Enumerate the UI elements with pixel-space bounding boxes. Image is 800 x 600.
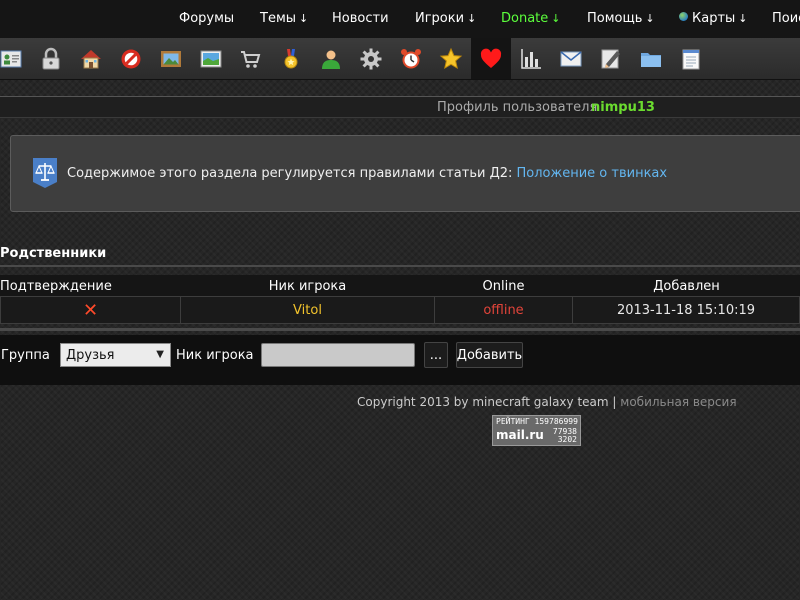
counter-label: РЕЙТИНГ 159786999 [496,417,578,426]
nav-search[interactable]: Поиск [772,11,800,26]
counter-value: 3202 [557,435,577,444]
column-header: Добавлен [653,279,720,294]
footer: Copyright 2013 by minecraft galaxy team … [357,395,737,409]
globe-icon [679,12,688,21]
profile-header: Профиль пользователя nimpu13 [0,96,800,118]
nav-forums[interactable]: Форумы [179,11,234,26]
group-select[interactable]: Друзья ▼ [60,343,171,367]
player-nick-link[interactable]: Vitol [293,303,322,318]
group-label: Группа [1,348,50,363]
nav-maps[interactable]: Карты ↓ [679,11,748,26]
landscape-image-icon[interactable] [191,38,231,79]
home-icon[interactable] [71,38,111,79]
column-header: Подтверждение [0,279,112,294]
nav-news[interactable]: Новости [332,11,389,26]
alarm-clock-icon[interactable] [391,38,431,79]
added-date: 2013-11-18 15:10:19 [616,302,756,318]
add-relative-form: Группа Друзья ▼ Ник игрока ... Добавить [0,335,800,385]
arrow-down-icon: ↓ [299,12,309,25]
add-button[interactable]: Добавить [456,342,523,368]
icon-toolbar [0,38,800,80]
nav-donate[interactable]: Donate ↓ [501,11,560,26]
profile-title: Профиль пользователя [437,100,598,115]
dropdown-arrow-icon: ▼ [156,349,164,360]
footer-separator: | [612,395,617,409]
nav-players[interactable]: Игроки ↓ [415,11,476,26]
online-cell: offline [434,296,573,324]
profile-username[interactable]: nimpu13 [591,100,655,115]
arrow-down-icon: ↓ [551,12,561,25]
relatives-table-header: Подтверждение Ник игрока Online Добавлен [0,275,800,296]
arrow-down-icon: ↓ [467,12,477,25]
envelope-icon[interactable] [551,38,591,79]
edit-icon[interactable] [591,38,631,79]
picture-frame-icon[interactable] [151,38,191,79]
folder-icon[interactable] [631,38,671,79]
counter-brand: mail.ru [496,428,544,442]
remove-icon[interactable]: ✕ [83,300,98,321]
column-header: Ник игрока [268,279,347,294]
gear-icon[interactable] [351,38,391,79]
arrow-down-icon: ↓ [738,12,748,25]
star-icon[interactable] [431,38,471,79]
no-entry-icon[interactable] [111,38,151,79]
heart-icon[interactable] [471,38,511,79]
top-nav: Форумы Темы ↓ Новости Игроки ↓ Donate ↓ Пом… [0,0,800,38]
scales-icon [33,158,57,188]
section-title: Родственники [0,246,107,261]
bar-chart-icon[interactable] [511,38,551,79]
notepad-icon[interactable] [671,38,711,79]
user-icon[interactable] [311,38,351,79]
added-cell: 2013-11-18 15:10:19 [572,296,800,324]
medal-icon[interactable] [271,38,311,79]
notice-link[interactable]: Положение о твинках [517,166,668,181]
online-status: offline [483,302,524,318]
group-select-value: Друзья [66,348,115,363]
divider [0,265,800,267]
shopping-cart-icon[interactable] [231,38,271,79]
nick-label: Ник игрока [176,348,254,363]
rules-notice: Содержимое этого раздела регулируется пр… [10,135,800,212]
nick-cell: Vitol [180,296,435,324]
notice-text: Содержимое этого раздела регулируется пр… [67,166,668,181]
mobile-version-link[interactable]: мобильная версия [620,395,736,409]
divider [0,328,800,331]
copyright-text: Copyright 2013 by minecraft galaxy team [357,395,609,409]
table-row: ✕ Vitol offline 2013-11-18 15:10:19 [0,296,800,324]
mailru-counter[interactable]: РЕЙТИНГ 159786999 mail.ru 77938 3202 [492,415,581,446]
browse-button[interactable]: ... [424,342,448,368]
lock-icon[interactable] [31,38,71,79]
nav-help[interactable]: Помощь ↓ [587,11,655,26]
confirm-cell: ✕ [0,296,181,324]
contact-card-icon[interactable] [0,38,31,79]
column-header: Online [482,279,525,294]
nav-topics[interactable]: Темы ↓ [260,11,308,26]
arrow-down-icon: ↓ [645,12,655,25]
nick-input[interactable] [261,343,415,367]
